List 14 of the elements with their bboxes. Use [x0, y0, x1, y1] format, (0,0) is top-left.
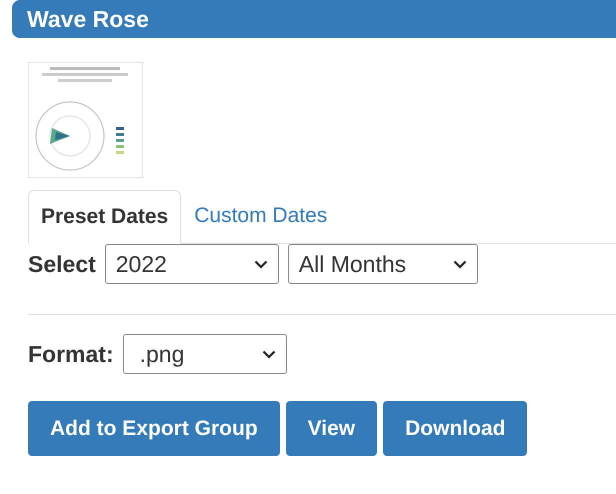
- date-tab[interactable]: Custom Dates: [181, 189, 340, 243]
- section-title: Wave Rose: [27, 6, 149, 32]
- chevron-icon: [452, 260, 467, 268]
- action-button[interactable]: Download: [383, 401, 528, 456]
- date-tab[interactable]: Preset Dates: [28, 190, 182, 244]
- chevron-icon: [262, 350, 276, 358]
- chevron-icon: [254, 260, 268, 268]
- action-button[interactable]: Add to Export Group: [28, 401, 280, 456]
- action-button[interactable]: View: [286, 401, 378, 456]
- dropdown[interactable]: All Months: [288, 244, 478, 284]
- format-label: Format:: [28, 340, 114, 368]
- dropdown[interactable]: 2022: [104, 244, 279, 284]
- format-dropdown[interactable]: .png: [122, 334, 287, 374]
- select-label: Select: [28, 250, 96, 278]
